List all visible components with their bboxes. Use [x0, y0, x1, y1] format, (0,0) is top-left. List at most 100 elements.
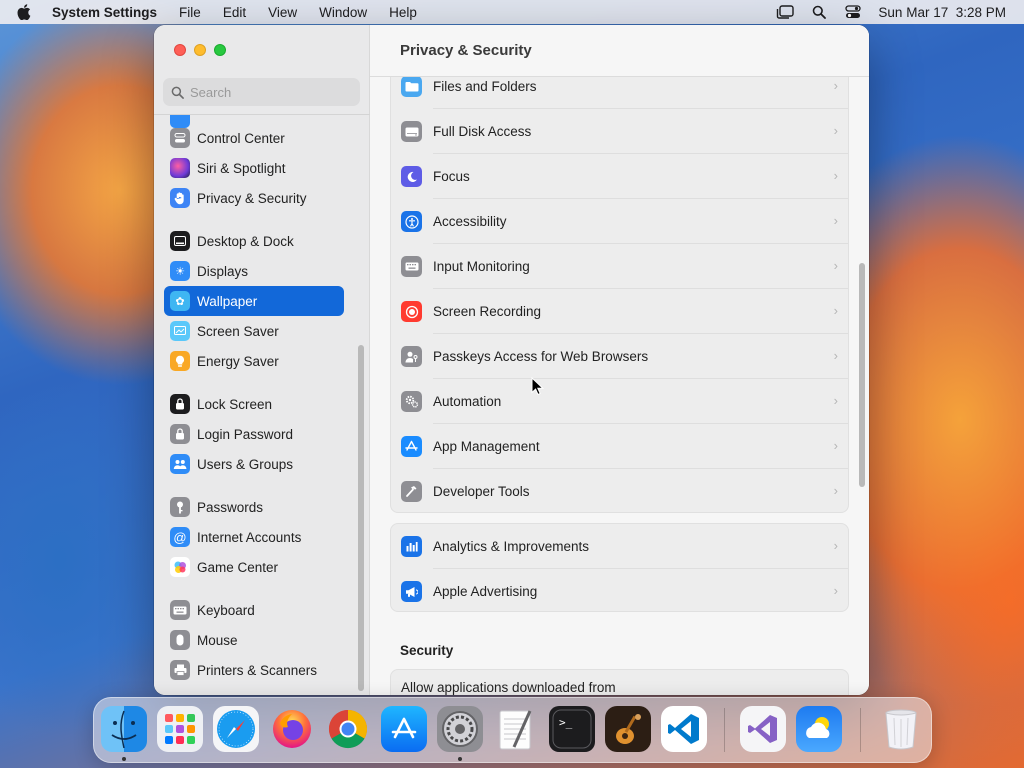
dock-terminal[interactable]: >_	[549, 706, 595, 752]
chevron-right-icon: ›	[833, 168, 838, 183]
menu-help[interactable]: Help	[378, 5, 428, 20]
chevron-right-icon: ›	[833, 348, 838, 363]
sidebar-item-energy-saver[interactable]: Energy Saver	[164, 346, 344, 376]
sidebar-item-game-center[interactable]: Game Center	[164, 552, 344, 582]
chevron-right-icon: ›	[833, 483, 838, 498]
dock-vscode[interactable]	[661, 706, 707, 752]
garageband-icon	[616, 714, 641, 744]
row-analytics-improvements[interactable]: Analytics & Improvements ›	[391, 524, 848, 569]
terminal-icon: >_	[552, 709, 592, 749]
sidebar-item-siri-spotlight[interactable]: Siri & Spotlight	[164, 153, 344, 183]
chevron-right-icon: ›	[833, 123, 838, 138]
search-input[interactable]	[190, 84, 350, 100]
dock-firefox[interactable]	[269, 706, 315, 752]
sidebar-item-wallpaper[interactable]: ✿ Wallpaper	[164, 286, 344, 316]
dock-system-settings[interactable]	[437, 706, 483, 752]
menu-file[interactable]: File	[168, 5, 212, 20]
dock-app-store[interactable]	[381, 706, 427, 752]
sidebar-item-label: Internet Accounts	[197, 529, 302, 545]
row-accessibility[interactable]: Accessibility ›	[391, 199, 848, 244]
row-label: Automation	[433, 394, 502, 409]
mouse-icon	[170, 630, 190, 650]
dock-trash[interactable]	[878, 706, 924, 752]
hammer-icon	[401, 481, 422, 502]
chevron-right-icon: ›	[833, 303, 838, 318]
clock-datetime[interactable]: Sun Mar 17 3:28 PM	[878, 5, 1006, 20]
allow-applications-row: Allow applications downloaded from	[390, 669, 849, 695]
dock-weather[interactable]	[796, 706, 842, 752]
search-field[interactable]	[163, 78, 360, 106]
dock-garageband[interactable]	[605, 706, 651, 752]
sidebar-item-label: Energy Saver	[197, 353, 279, 369]
sidebar-item-control-center[interactable]: Control Center	[164, 123, 344, 153]
row-developer-tools[interactable]: Developer Tools ›	[391, 469, 848, 512]
row-apple-advertising[interactable]: Apple Advertising ›	[391, 569, 848, 611]
record-icon	[401, 301, 422, 322]
keyboard-icon	[401, 256, 422, 277]
row-full-disk-access[interactable]: Full Disk Access ›	[391, 109, 848, 154]
sidebar-scrollbar[interactable]	[358, 345, 364, 691]
trash-icon	[885, 709, 917, 750]
minimize-button[interactable]	[194, 44, 206, 56]
running-indicator	[122, 757, 126, 761]
sidebar-item-label: Lock Screen	[197, 396, 273, 412]
chevron-right-icon: ›	[833, 258, 838, 273]
sidebar-item-privacy-security[interactable]: Privacy & Security	[164, 183, 344, 213]
sidebar-item-users-groups[interactable]: Users & Groups	[164, 449, 344, 479]
sidebar-item-desktop-dock[interactable]: Desktop & Dock	[164, 226, 344, 256]
close-button[interactable]	[174, 44, 186, 56]
sidebar-item-label: Keyboard	[197, 602, 255, 618]
window-controls	[174, 44, 226, 56]
sidebar-item-label: Screen Saver	[197, 323, 279, 339]
dock-finder[interactable]	[101, 706, 147, 752]
launchpad-icon	[165, 714, 195, 744]
moon-icon	[401, 166, 422, 187]
hand-icon	[170, 188, 190, 208]
dock-chrome[interactable]	[325, 706, 371, 752]
apple-menu[interactable]	[0, 4, 48, 20]
sidebar-item-label: Desktop & Dock	[197, 233, 294, 249]
row-label: Files and Folders	[433, 79, 537, 94]
dock-visual-studio[interactable]	[740, 706, 786, 752]
sidebar-item-label: Game Center	[197, 559, 279, 575]
chart-icon	[401, 536, 422, 557]
chevron-right-icon: ›	[833, 438, 838, 453]
menu-view[interactable]: View	[257, 5, 308, 20]
sidebar-item-screen-saver[interactable]: Screen Saver	[164, 316, 344, 346]
at-icon: @	[170, 527, 190, 547]
zoom-button[interactable]	[214, 44, 226, 56]
row-label: Accessibility	[433, 214, 507, 229]
main-scrollbar[interactable]	[859, 263, 865, 487]
dock-safari[interactable]	[213, 706, 259, 752]
row-screen-recording[interactable]: Screen Recording ›	[391, 289, 848, 334]
dock-divider	[860, 708, 861, 752]
sidebar-item-keyboard[interactable]: Keyboard	[164, 595, 344, 625]
sidebar-item-internet-accounts[interactable]: @ Internet Accounts	[164, 522, 344, 552]
dock-launchpad[interactable]	[157, 706, 203, 752]
row-input-monitoring[interactable]: Input Monitoring ›	[391, 244, 848, 289]
control-center-icon[interactable]	[844, 4, 862, 20]
sidebar-item-mouse[interactable]: Mouse	[164, 625, 344, 655]
row-passkeys-access[interactable]: Passkeys Access for Web Browsers ›	[391, 334, 848, 379]
sidebar-item-label: Wallpaper	[197, 293, 258, 309]
stage-manager-icon[interactable]	[776, 4, 795, 20]
menu-edit[interactable]: Edit	[212, 5, 257, 20]
menu-window[interactable]: Window	[308, 5, 378, 20]
row-app-management[interactable]: App Management ›	[391, 424, 848, 469]
security-section-title: Security	[400, 643, 454, 658]
sidebar-item-printers-scanners[interactable]: Printers & Scanners	[164, 655, 344, 685]
sidebar-item-displays[interactable]: ☀ Displays	[164, 256, 344, 286]
row-automation[interactable]: Automation ›	[391, 379, 848, 424]
dock-textedit[interactable]	[493, 706, 539, 752]
siri-icon	[170, 158, 190, 178]
sidebar-item-label: Siri & Spotlight	[197, 160, 286, 176]
menu-app-name[interactable]: System Settings	[48, 5, 168, 20]
sidebar-item-label: Users & Groups	[197, 456, 294, 472]
app-store-icon	[401, 436, 422, 457]
spotlight-search-icon[interactable]	[810, 4, 828, 20]
sidebar-item-login-password[interactable]: Login Password	[164, 419, 344, 449]
sidebar-item-passwords[interactable]: Passwords	[164, 492, 344, 522]
menu-bar: System Settings File Edit View Window He…	[0, 0, 1024, 24]
sidebar-item-lock-screen[interactable]: Lock Screen	[164, 389, 344, 419]
row-focus[interactable]: Focus ›	[391, 154, 848, 199]
